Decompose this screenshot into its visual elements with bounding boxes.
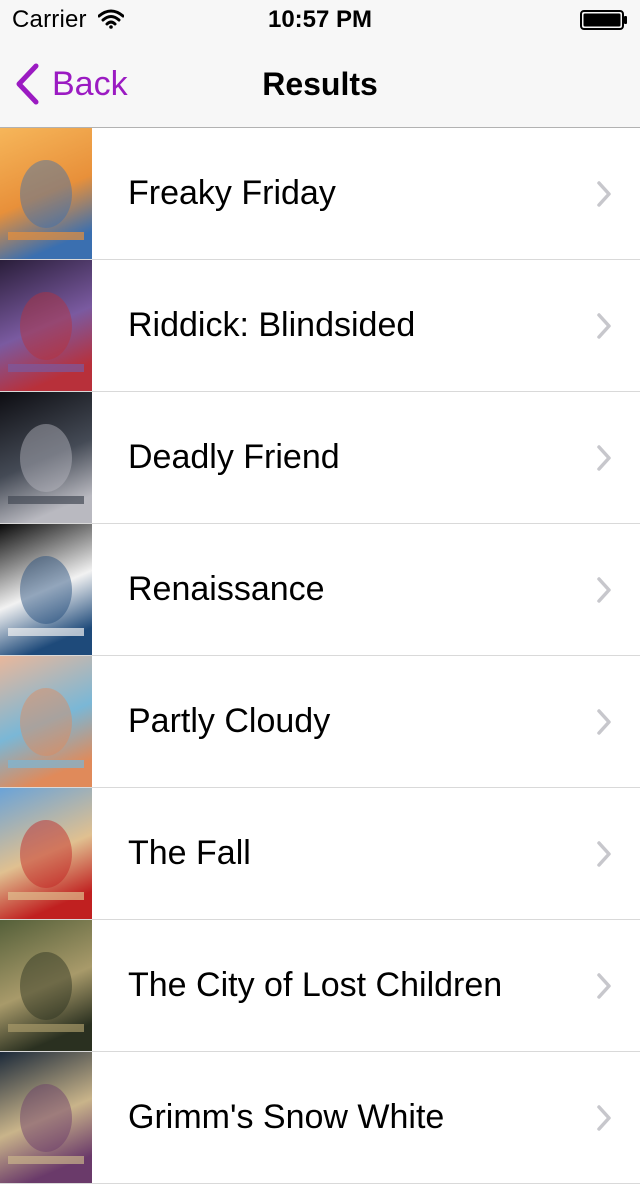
result-row[interactable]: Grimm's Snow White <box>0 1052 640 1184</box>
chevron-right-icon <box>597 973 611 999</box>
poster-art <box>0 392 92 523</box>
result-row[interactable]: Partly Cloudy <box>0 656 640 788</box>
movie-poster-thumbnail <box>0 920 92 1051</box>
results-list: Freaky Friday Riddick: Blindsided Deadly… <box>0 128 640 1184</box>
movie-title: The City of Lost Children <box>128 966 503 1004</box>
result-row[interactable]: Riddick: Blindsided <box>0 260 640 392</box>
movie-poster-thumbnail <box>0 128 92 259</box>
movie-title: Deadly Friend <box>128 438 340 476</box>
chevron-right-icon <box>597 313 611 339</box>
movie-title: Renaissance <box>128 570 325 608</box>
chevron-right-icon <box>597 1105 611 1131</box>
poster-art <box>0 260 92 391</box>
chevron-right-icon <box>597 181 611 207</box>
chevron-right-icon <box>597 445 611 471</box>
poster-art <box>0 128 92 259</box>
poster-art <box>0 920 92 1051</box>
result-row[interactable]: Deadly Friend <box>0 392 640 524</box>
chevron-right-icon <box>597 841 611 867</box>
poster-art <box>0 788 92 919</box>
result-row[interactable]: The City of Lost Children <box>0 920 640 1052</box>
movie-poster-thumbnail <box>0 788 92 919</box>
status-bar: Carrier 10:57 PM <box>0 0 640 40</box>
poster-art <box>0 656 92 787</box>
result-row[interactable]: Renaissance <box>0 524 640 656</box>
movie-title: Partly Cloudy <box>128 702 331 740</box>
movie-title: The Fall <box>128 834 251 872</box>
battery-icon <box>580 10 627 30</box>
movie-title: Riddick: Blindsided <box>128 306 416 344</box>
navigation-bar: Back Results <box>0 40 640 128</box>
result-row[interactable]: The Fall <box>0 788 640 920</box>
movie-poster-thumbnail <box>0 260 92 391</box>
movie-poster-thumbnail <box>0 1052 92 1183</box>
page-title: Results <box>262 66 378 102</box>
poster-art <box>0 1052 92 1183</box>
movie-poster-thumbnail <box>0 656 92 787</box>
movie-poster-thumbnail <box>0 392 92 523</box>
movie-title: Grimm's Snow White <box>128 1098 445 1136</box>
poster-art <box>0 524 92 655</box>
chevron-right-icon <box>597 709 611 735</box>
movie-title: Freaky Friday <box>128 174 336 212</box>
movie-poster-thumbnail <box>0 524 92 655</box>
chevron-right-icon <box>597 577 611 603</box>
result-row[interactable]: Freaky Friday <box>0 128 640 260</box>
clock-time: 10:57 PM <box>267 6 373 33</box>
